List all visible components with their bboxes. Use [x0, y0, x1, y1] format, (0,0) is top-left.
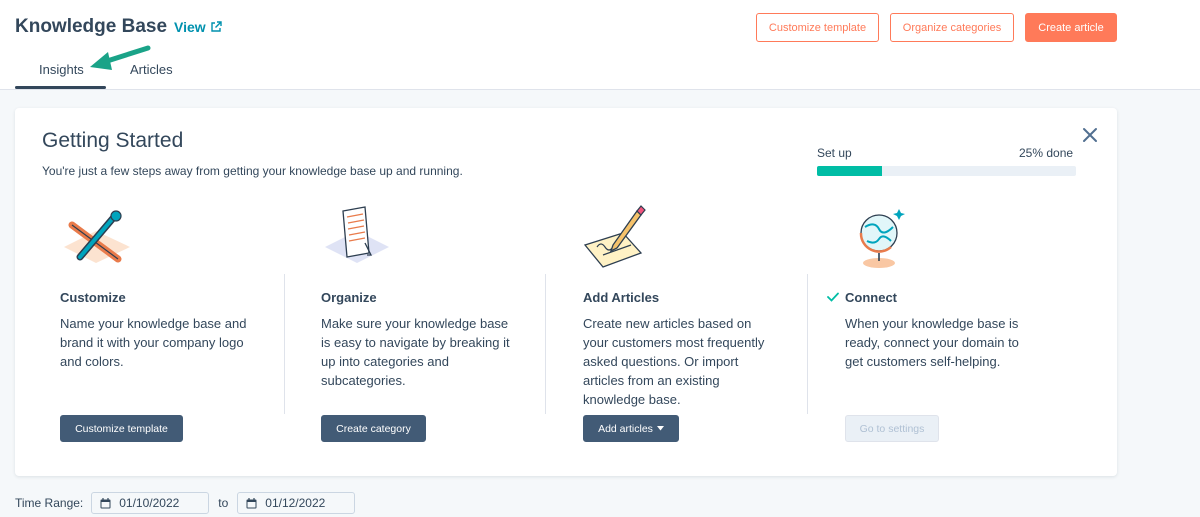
time-range-label: Time Range: [15, 496, 84, 510]
close-icon[interactable] [1081, 126, 1099, 144]
time-range-row: Time Range: 01/10/2022 to 01/12/2022 [15, 492, 356, 514]
page-header: Knowledge Base View Customize template O… [0, 0, 1200, 90]
getting-started-title: Getting Started [42, 129, 184, 152]
customize-template-step-button[interactable]: Customize template [60, 415, 183, 442]
globe-icon [859, 209, 905, 268]
step-title: Connect [845, 289, 897, 305]
step-title-row: Connect [827, 288, 1027, 306]
step-description: When your knowledge base is ready, conne… [845, 316, 1019, 369]
checkmark-icon [827, 292, 839, 302]
annotation-arrow-icon [90, 45, 151, 70]
step-description: Create new articles based on your custom… [583, 316, 765, 407]
create-article-button[interactable]: Create article [1025, 13, 1117, 42]
step-organize: Organize Make sure your knowledge base i… [321, 203, 521, 390]
page-title: Knowledge Base [15, 16, 168, 37]
step-description: Make sure your knowledge base is easy to… [321, 316, 510, 388]
start-date-input[interactable]: 01/10/2022 [91, 492, 210, 514]
view-link[interactable]: View [174, 19, 222, 35]
calendar-icon [100, 497, 111, 508]
go-to-settings-button[interactable]: Go to settings [845, 415, 939, 442]
customize-template-button[interactable]: Customize template [756, 13, 879, 42]
step-connect: Connect When your knowledge base is read… [827, 203, 1027, 371]
document-icon [325, 206, 389, 263]
end-date-value: 01/12/2022 [265, 496, 326, 510]
add-articles-button[interactable]: Add articles [583, 415, 679, 442]
view-link-label: View [174, 19, 206, 35]
step-description: Name your knowledge base and brand it wi… [60, 316, 247, 369]
progress-label: Set up [817, 146, 852, 160]
column-divider [284, 274, 285, 414]
create-category-button[interactable]: Create category [321, 415, 426, 442]
add-articles-label: Add articles [598, 422, 653, 435]
pencil-paper-icon [583, 205, 646, 268]
step-title: Organize [321, 289, 377, 305]
calendar-icon [246, 497, 257, 508]
tools-icon [64, 210, 130, 263]
organize-categories-button[interactable]: Organize categories [890, 13, 1014, 42]
progress-percent: 25% done [1019, 146, 1074, 160]
setup-progress-bar [817, 166, 1076, 176]
step-add-articles: Add Articles Create new articles based o… [583, 203, 783, 409]
active-tab-indicator [15, 86, 106, 89]
end-date-input[interactable]: 01/12/2022 [237, 492, 356, 514]
caret-down-icon [656, 426, 664, 431]
tab-insights[interactable]: Insights [39, 62, 84, 77]
step-customize: Customize Name your knowledge base and b… [60, 203, 260, 371]
step-title: Customize [60, 289, 126, 305]
getting-started-card: Getting Started You're just a few steps … [15, 108, 1117, 476]
date-separator: to [218, 496, 229, 510]
start-date-value: 01/10/2022 [119, 496, 180, 510]
getting-started-subtitle: You're just a few steps away from gettin… [42, 164, 463, 178]
column-divider [807, 274, 808, 414]
external-link-icon [210, 21, 222, 32]
setup-progress-fill [817, 166, 882, 176]
step-title: Add Articles [583, 289, 660, 305]
column-divider [545, 274, 546, 414]
